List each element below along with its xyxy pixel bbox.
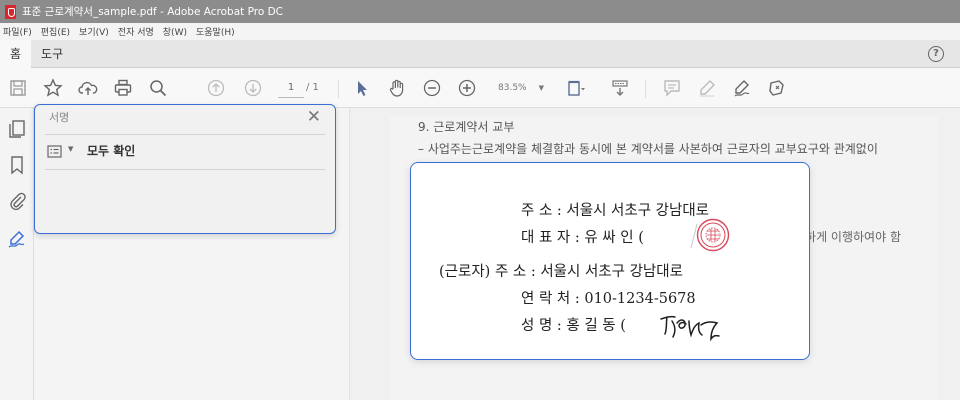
- document-text-tail: 실하게 이행하여야 함: [794, 230, 901, 244]
- menu-window[interactable]: 창(W): [163, 25, 187, 38]
- worker-contact: 연 락 처 : 010-1234-5678: [521, 291, 696, 307]
- help-icon[interactable]: ?: [928, 46, 944, 62]
- hand-icon[interactable]: [387, 78, 407, 98]
- signature-panel: 서명 ✕ ▼ 모두 확인: [34, 104, 336, 234]
- menu-bar: 파일(F) 편집(E) 보기(V) 전자 서명 창(W) 도움말(H): [0, 23, 960, 40]
- sign-tools-icon[interactable]: [767, 78, 787, 98]
- signature-panel-title: 서명: [49, 111, 70, 124]
- fill-sign-icon[interactable]: [732, 78, 752, 98]
- cloud-upload-icon[interactable]: [78, 78, 98, 98]
- menu-view[interactable]: 보기(V): [79, 25, 109, 38]
- divider: [45, 169, 325, 170]
- scroll-mode-icon[interactable]: [610, 78, 630, 98]
- pages-icon[interactable]: [6, 118, 28, 140]
- divider: [45, 134, 325, 135]
- side-rail: [0, 108, 34, 400]
- zoom-out-icon[interactable]: [422, 78, 442, 98]
- tab-home[interactable]: 홈: [0, 39, 32, 68]
- verify-all-button[interactable]: 모두 확인: [87, 142, 135, 159]
- select-arrow-icon[interactable]: [352, 78, 372, 98]
- chevron-down-icon: ▼: [538, 84, 544, 92]
- employer-address: 주 소 : 서울시 서초구 강남대로: [521, 203, 710, 219]
- title-bar: 표준 근로계약서_sample.pdf - Adobe Acrobat Pro …: [0, 0, 960, 23]
- chevron-down-icon[interactable]: ▼: [68, 145, 73, 153]
- worker-address: (근로자) 주 소 : 서울시 서초구 강남대로: [439, 264, 683, 280]
- signature-icon[interactable]: [6, 228, 28, 250]
- toolbar: 1 / 1 83.5% ▼: [0, 68, 960, 108]
- document-text-line: – 사업주는근로계약을 체결함과 동시에 본 계약서를 사본하여 근로자의 교부…: [418, 142, 878, 156]
- close-icon[interactable]: ✕: [307, 107, 321, 127]
- highlight-pen-icon[interactable]: [697, 78, 717, 98]
- window-title: 표준 근로계약서_sample.pdf - Adobe Acrobat Pro …: [22, 6, 284, 18]
- menu-help[interactable]: 도움말(H): [196, 25, 235, 38]
- seal-stamp-image: [690, 218, 730, 252]
- document-heading: 9. 근로계약서 교부: [418, 120, 515, 134]
- acrobat-app-icon: [5, 4, 16, 19]
- representative-row: 대 표 자 : 유 싸 인 (: [521, 230, 644, 246]
- magnify-icon[interactable]: [148, 78, 168, 98]
- page-down-icon[interactable]: [243, 78, 263, 98]
- fit-page-icon[interactable]: [566, 78, 586, 98]
- menu-file[interactable]: 파일(F): [3, 25, 32, 38]
- worker-name-row: 성 명 : 홍 길 동 (: [521, 318, 626, 334]
- page-up-icon[interactable]: [206, 78, 226, 98]
- contract-signature-card: 주 소 : 서울시 서초구 강남대로 대 표 자 : 유 싸 인 ( (근로자)…: [410, 162, 810, 360]
- zoom-value: 83.5%: [498, 83, 527, 93]
- menu-e-sign[interactable]: 전자 서명: [118, 25, 154, 38]
- zoom-in-icon[interactable]: [457, 78, 477, 98]
- zoom-select[interactable]: 83.5% ▼: [492, 78, 550, 98]
- handwritten-signature-image: [660, 315, 720, 342]
- menu-edit[interactable]: 편집(E): [41, 25, 70, 38]
- toolbar-divider: [338, 80, 339, 98]
- toolbar-divider: [645, 80, 646, 98]
- print-icon[interactable]: [113, 78, 133, 98]
- page-number-input[interactable]: 1: [278, 78, 304, 98]
- save-icon[interactable]: [8, 78, 28, 98]
- options-menu-icon[interactable]: [47, 144, 65, 158]
- bookmark-icon[interactable]: [6, 154, 28, 176]
- tab-tools[interactable]: 도구: [31, 40, 73, 68]
- page-total: / 1: [306, 82, 319, 93]
- bookmark-star-icon[interactable]: [43, 78, 63, 98]
- tab-bar: 홈 도구 ?: [0, 39, 960, 68]
- attachment-icon[interactable]: [6, 190, 28, 212]
- comment-icon[interactable]: [662, 78, 682, 98]
